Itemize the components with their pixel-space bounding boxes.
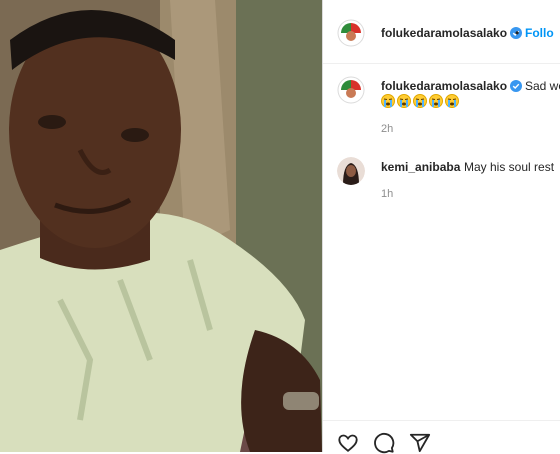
follow-button[interactable]: Follo — [525, 26, 554, 40]
caption-text: Sad we — [525, 79, 560, 93]
comment-icon — [374, 432, 395, 454]
like-button[interactable] — [337, 432, 359, 454]
share-button[interactable] — [409, 432, 431, 454]
header-separator: • — [515, 26, 520, 40]
loudly-crying-face-icon — [429, 94, 443, 108]
author-avatar[interactable] — [337, 19, 365, 47]
share-icon — [409, 433, 431, 453]
author-username-text[interactable]: folukedaramolasalako — [381, 26, 507, 40]
header-divider — [323, 63, 560, 64]
loudly-crying-face-icon — [413, 94, 427, 108]
caption-emoji-row — [381, 94, 459, 108]
author-username[interactable]: folukedaramolasalako — [381, 26, 523, 40]
caption-username-text[interactable]: folukedaramolasalako — [381, 79, 507, 93]
comment-button[interactable] — [373, 432, 395, 454]
comment-username[interactable]: kemi_anibaba — [381, 160, 460, 174]
commenter-avatar[interactable] — [337, 157, 365, 185]
loudly-crying-face-icon — [397, 94, 411, 108]
caption-username[interactable]: folukedaramolasalako — [381, 79, 523, 93]
post-photo[interactable] — [0, 0, 322, 452]
comment-timestamp[interactable]: 1h — [381, 188, 393, 200]
actions-divider — [323, 420, 560, 421]
verified-badge-icon — [510, 80, 523, 92]
comment-text: May his soul rest — [464, 160, 555, 174]
loudly-crying-face-icon — [445, 94, 459, 108]
post-side-panel: folukedaramolasalako • Follo folukedaram… — [322, 0, 560, 454]
caption-timestamp[interactable]: 2h — [381, 123, 393, 135]
loudly-crying-face-icon — [381, 94, 395, 108]
like-icon — [338, 434, 358, 452]
caption-avatar[interactable] — [337, 76, 365, 104]
